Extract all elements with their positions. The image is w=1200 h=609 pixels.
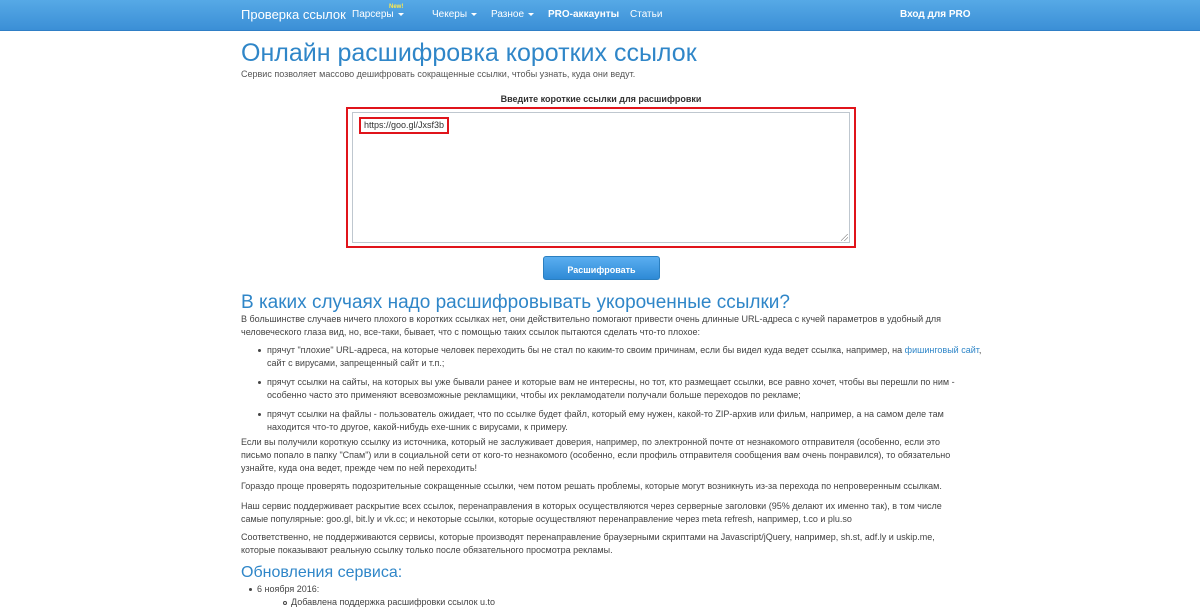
- paragraph-easier: Гораздо проще проверять подозрительные с…: [241, 481, 942, 491]
- nav-misc-label: Разное: [491, 9, 525, 20]
- chevron-down-icon: [397, 13, 404, 16]
- update-date: 6 ноября 2016:: [248, 584, 320, 594]
- update-item: Добавлена поддержка расшифровки ссылок u…: [282, 597, 496, 607]
- list-item: прячут "плохие" URL-адреса, на которые ч…: [258, 344, 989, 370]
- nav-checkers-label: Чекеры: [432, 9, 468, 20]
- updates-heading: Обновления сервиса:: [241, 564, 403, 581]
- pro-login-link[interactable]: Вход для PRO: [900, 9, 971, 20]
- form-label: Введите короткие ссылки для расшифровки: [500, 94, 702, 104]
- nav-misc[interactable]: Разное: [491, 9, 535, 20]
- danger-list: прячут "плохие" URL-адреса, на которые ч…: [241, 344, 989, 440]
- article-intro: В большинстве случаев ничего плохого в к…: [241, 314, 941, 337]
- chevron-down-icon: [471, 13, 478, 16]
- list-item-text: прячут ссылки на файлы - пользователь ож…: [267, 409, 944, 432]
- nav-checkers[interactable]: Чекеры: [432, 9, 478, 20]
- nav-parsers-label: Парсеры: [352, 9, 394, 20]
- paragraph-supported: Наш сервис поддерживает раскрытие всех с…: [241, 501, 942, 524]
- top-navbar: Проверка ссылок Парсеры New! Чекеры Разн…: [0, 0, 1200, 31]
- list-item: прячут ссылки на файлы - пользователь ож…: [258, 408, 989, 434]
- resize-handle-icon[interactable]: [841, 234, 848, 241]
- nav-pro-accounts[interactable]: PRO-аккаунты: [548, 9, 619, 20]
- article-heading: В каких случаях надо расшифровывать укор…: [241, 292, 790, 313]
- nav-articles[interactable]: Статьи: [630, 9, 662, 20]
- list-item-text: прячут "плохие" URL-адреса, на которые ч…: [267, 345, 905, 355]
- chevron-down-icon: [528, 13, 535, 16]
- decode-links-button[interactable]: Расшифровать ссылки: [543, 256, 660, 299]
- list-item-text: прячут ссылки на сайты, на которых вы уж…: [267, 377, 955, 400]
- short-links-textarea[interactable]: https://goo.gl/Jxsf3b: [352, 112, 850, 243]
- page-subtitle: Сервис позволяет массово дешифровать сок…: [241, 69, 636, 79]
- paragraph-untrusted: Если вы получили короткую ссылку из исто…: [241, 437, 951, 473]
- textarea-value: https://goo.gl/Jxsf3b: [359, 117, 450, 134]
- nav-pro-accounts-label: PRO-аккаунты: [548, 9, 620, 20]
- paragraph-unsupported: Соответственно, не поддерживаются сервис…: [241, 532, 935, 555]
- nav-articles-label: Статьи: [630, 9, 663, 20]
- list-item: прячут ссылки на сайты, на которых вы уж…: [258, 376, 989, 402]
- new-badge: New!: [389, 4, 404, 10]
- phishing-link[interactable]: фишинговый сайт: [905, 345, 979, 355]
- brand-link[interactable]: Проверка ссылок: [241, 7, 346, 22]
- page-title: Онлайн расшифровка коротких ссылок: [241, 39, 697, 67]
- highlight-frame: https://goo.gl/Jxsf3b: [346, 107, 856, 248]
- nav-parsers[interactable]: Парсеры: [352, 9, 404, 20]
